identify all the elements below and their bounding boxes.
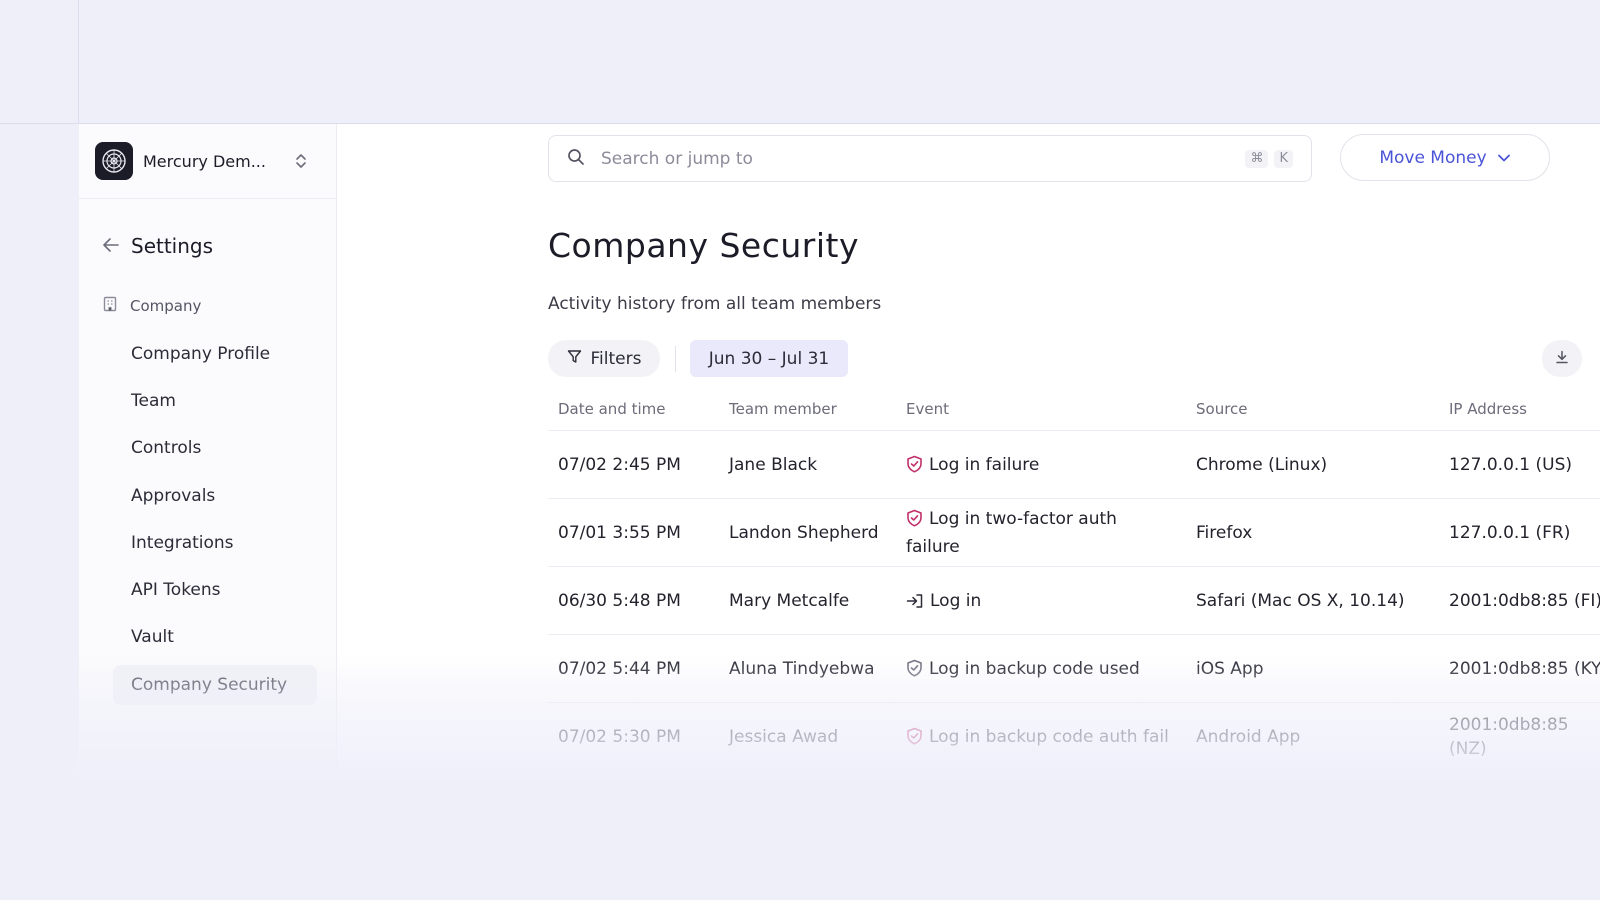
- event-label: Log in failure: [929, 455, 1040, 475]
- member-cell: Aluna Tindyebwa: [729, 659, 875, 679]
- date-range-chip[interactable]: Jun 30 – Jul 31: [690, 340, 848, 377]
- source-cell: Chrome (Linux): [1196, 455, 1328, 475]
- login-icon: [906, 594, 923, 608]
- event-cell: Log in: [906, 567, 1176, 635]
- table-row[interactable]: 07/02 5:30 PM Jessica Awad Log in backup…: [548, 703, 1600, 771]
- chevron-down-icon: [1497, 148, 1511, 168]
- table-row[interactable]: 07/01 3:55 PM Landon Shepherd Log in two…: [548, 499, 1600, 567]
- source-cell: Firefox: [1196, 523, 1253, 543]
- toolbar-divider: [675, 346, 676, 372]
- column-header-ip[interactable]: IP Address: [1449, 400, 1527, 418]
- download-icon: [1555, 349, 1569, 368]
- filters-button[interactable]: Filters: [548, 340, 660, 377]
- sidebar-item-api-tokens[interactable]: API Tokens: [113, 570, 317, 610]
- member-cell: Mary Metcalfe: [729, 591, 850, 611]
- page-title: Company Security: [548, 226, 859, 265]
- section-label: Company: [130, 297, 202, 315]
- event-label: Log in backup code auth fail: [929, 727, 1169, 747]
- date-cell: 07/01 3:55 PM: [558, 523, 681, 543]
- sidebar-item-vault[interactable]: Vault: [113, 617, 317, 657]
- sidebar-item-integrations[interactable]: Integrations: [113, 523, 317, 563]
- building-icon: [103, 296, 117, 316]
- source-cell: iOS App: [1196, 659, 1264, 679]
- shield-alert-icon: [907, 455, 922, 473]
- ip-cell: 2001:0db8:85 (KY): [1449, 659, 1600, 679]
- command-key: ⌘: [1245, 150, 1269, 168]
- sidebar-item-company-security[interactable]: Company Security: [113, 665, 317, 705]
- event-label: Log in two-factor auth failure: [906, 509, 1117, 557]
- event-cell: Log in failure: [906, 431, 1176, 499]
- filters-label: Filters: [590, 348, 642, 369]
- sidebar-item-controls[interactable]: Controls: [113, 428, 317, 468]
- member-cell: Jessica Awad: [729, 727, 839, 747]
- date-cell: 07/02 2:45 PM: [558, 455, 681, 475]
- column-header-source[interactable]: Source: [1196, 400, 1248, 418]
- org-name: Mercury Dem...: [143, 151, 266, 171]
- search-bar[interactable]: ⌘ K: [548, 135, 1312, 182]
- keyboard-shortcut: ⌘ K: [1245, 150, 1293, 168]
- event-cell: Log in backup code used: [906, 635, 1176, 703]
- column-header-date[interactable]: Date and time: [558, 400, 666, 418]
- filter-icon: [567, 349, 582, 369]
- column-header-event[interactable]: Event: [906, 400, 949, 418]
- activity-table: Date and time Team member Event Source I…: [548, 390, 1600, 771]
- move-money-button[interactable]: Move Money: [1340, 134, 1550, 181]
- shield-alert-icon: [907, 509, 922, 527]
- download-button[interactable]: [1542, 340, 1582, 377]
- ip-cell: 2001:0db8:85 (FI): [1449, 591, 1600, 611]
- k-key: K: [1274, 150, 1293, 168]
- search-input[interactable]: [599, 147, 1219, 170]
- source-cell: Android App: [1196, 727, 1301, 747]
- source-cell: Safari (Mac OS X, 10.14): [1196, 591, 1405, 611]
- event-label: Log in: [930, 591, 982, 611]
- date-cell: 07/02 5:44 PM: [558, 659, 681, 679]
- org-logo: [95, 142, 133, 180]
- date-cell: 06/30 5:48 PM: [558, 591, 681, 611]
- event-cell: Log in backup code auth fail: [906, 703, 1176, 771]
- table-row[interactable]: 07/02 5:44 PM Aluna Tindyebwa Log in bac…: [548, 635, 1600, 703]
- settings-back-link[interactable]: Settings: [103, 234, 213, 258]
- member-cell: Landon Shepherd: [729, 523, 879, 543]
- settings-title: Settings: [131, 234, 214, 258]
- ip-cell: 127.0.0.1 (FR): [1449, 523, 1571, 543]
- column-header-member[interactable]: Team member: [729, 400, 837, 418]
- table-row[interactable]: 06/30 5:48 PM Mary Metcalfe Log in Safar…: [548, 567, 1600, 635]
- page-subtitle: Activity history from all team members: [548, 294, 882, 314]
- table-row[interactable]: 07/02 2:45 PM Jane Black Log in failure …: [548, 431, 1600, 499]
- member-cell: Jane Black: [729, 455, 818, 475]
- org-switcher[interactable]: Mercury Dem...: [79, 124, 336, 199]
- chevron-up-down-icon[interactable]: [291, 151, 311, 171]
- sidebar-item-company-profile[interactable]: Company Profile: [113, 334, 317, 374]
- sidebar-item-approvals[interactable]: Approvals: [113, 476, 317, 516]
- table-header: Date and time Team member Event Source I…: [548, 390, 1600, 431]
- date-cell: 07/02 5:30 PM: [558, 727, 681, 747]
- shield-check-icon: [907, 659, 922, 677]
- sidebar-item-team[interactable]: Team: [113, 381, 317, 421]
- arrow-left-icon: [103, 237, 119, 256]
- move-money-label: Move Money: [1379, 147, 1487, 168]
- app-window: Mercury Dem... Settings Company Company …: [79, 124, 1600, 780]
- shield-alert-icon: [907, 727, 922, 745]
- ip-cell: 127.0.0.1 (US): [1449, 455, 1573, 475]
- outer-divider-vertical: [78, 0, 79, 124]
- ip-cell: 2001:0db8:85 (NZ): [1449, 715, 1569, 759]
- event-label: Log in backup code used: [929, 659, 1140, 679]
- main-content: ⌘ K Move Money Company Security Activity…: [337, 124, 1600, 780]
- search-icon: [567, 148, 585, 170]
- section-company: Company: [103, 296, 201, 316]
- event-cell: Log in two-factor auth failure: [906, 499, 1176, 567]
- sidebar: Mercury Dem... Settings Company Company …: [79, 124, 337, 780]
